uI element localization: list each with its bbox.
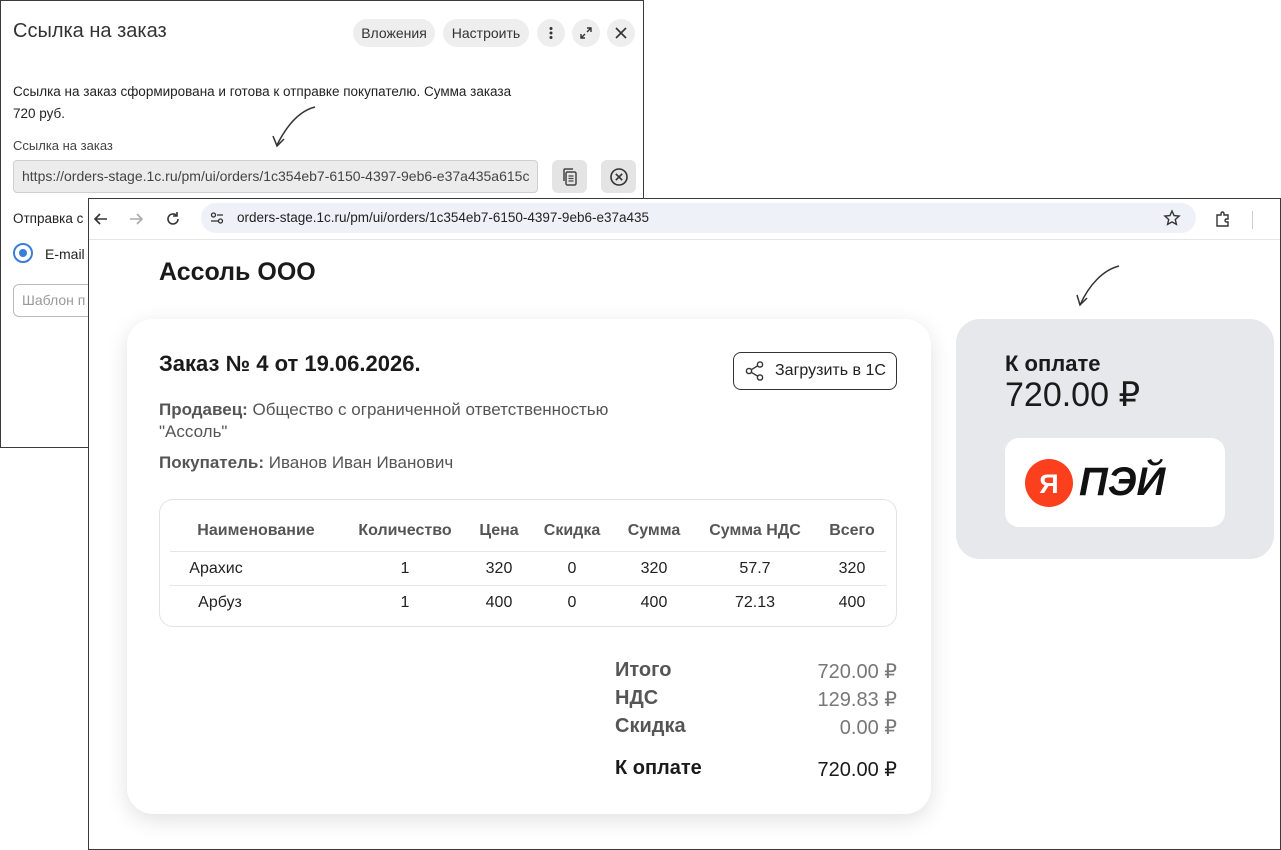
- order-link-field[interactable]: https://orders-stage.1c.ru/pm/ui/orders/…: [13, 160, 538, 193]
- buyer-value: Иванов Иван Иванович: [268, 453, 454, 472]
- browser-toolbar: orders-stage.1c.ru/pm/ui/orders/1c354eb7…: [89, 199, 1280, 240]
- settings-button[interactable]: Настроить: [443, 19, 529, 47]
- items-table: Наименование Количество Цена Скидка Сумм…: [159, 499, 897, 627]
- table-header: Всего: [829, 522, 875, 539]
- seller-label: Продавец:: [159, 400, 248, 419]
- payment-card-amount: 720.00 ₽: [1005, 376, 1141, 414]
- table-cell: 1: [400, 560, 410, 577]
- yandex-pay-button[interactable]: Я ПЭЙ: [1005, 438, 1225, 527]
- order-title: Заказ № 4 от 19.06.2026.: [159, 351, 421, 376]
- more-menu-button[interactable]: [537, 19, 565, 47]
- table-divider: [170, 551, 886, 552]
- email-radio-label: E-mail: [45, 246, 85, 262]
- table-header: Сумма: [627, 522, 681, 539]
- forward-button[interactable]: [124, 207, 148, 231]
- vat-label: НДС: [615, 687, 659, 709]
- bookmark-star-icon: [1163, 209, 1181, 226]
- extensions-button[interactable]: [1211, 207, 1235, 231]
- site-settings-icon: [210, 212, 224, 224]
- table-cell: 0: [567, 560, 577, 577]
- clear-link-button[interactable]: [601, 160, 636, 193]
- arrow-right-icon: [130, 213, 144, 225]
- arrow-left-icon: [93, 213, 107, 225]
- close-button[interactable]: [607, 19, 635, 47]
- pointer-arrow-icon: [272, 106, 316, 148]
- table-cell: 320: [838, 560, 866, 577]
- close-icon: [615, 27, 627, 39]
- discount-label: Скидка: [615, 715, 686, 737]
- logo-text: ПЭЙ: [1079, 457, 1167, 504]
- amount-due-value: 720.00 ₽: [817, 759, 897, 781]
- attachments-button[interactable]: Вложения: [353, 19, 435, 47]
- vat-value: 129.83 ₽: [817, 689, 897, 711]
- reload-icon: [167, 212, 179, 225]
- table-header: Сумма НДС: [709, 522, 801, 539]
- table-cell: 1: [400, 594, 410, 611]
- clear-circle-icon: [609, 167, 628, 186]
- share-icon: [745, 361, 764, 381]
- address-url: orders-stage.1c.ru/pm/ui/orders/1c354eb7…: [237, 210, 650, 225]
- load-to-1c-button[interactable]: Загрузить в 1С: [733, 352, 897, 390]
- company-name: Ассоль ООО: [159, 258, 316, 286]
- seller-info: Продавец: Общество с ограниченной ответс…: [159, 399, 669, 443]
- table-cell: 0: [567, 594, 577, 611]
- table-cell: 320: [640, 560, 668, 577]
- dialog-message: Ссылка на заказ сформирована и готова к …: [13, 84, 512, 121]
- table-cell: 72.13: [734, 594, 776, 611]
- table-cell: 320: [485, 560, 513, 577]
- buyer-label: Покупатель:: [159, 453, 264, 472]
- total-value: 720.00 ₽: [817, 661, 897, 683]
- load-button-label: Загрузить в 1С: [775, 362, 886, 379]
- reload-button[interactable]: [161, 207, 185, 231]
- total-label: Итого: [615, 659, 672, 681]
- expand-button[interactable]: [572, 19, 600, 47]
- order-card: Заказ № 4 от 19.06.2026. Загрузить в 1С …: [127, 319, 931, 814]
- yandex-pay-logo: Я ПЭЙ: [1025, 457, 1167, 507]
- payment-card-label: К оплате: [1005, 351, 1101, 376]
- table-cell: 57.7: [739, 560, 771, 577]
- table-cell: 400: [485, 594, 513, 611]
- puzzle-icon: [1216, 211, 1229, 227]
- table-header: Цена: [479, 522, 519, 539]
- table-header: Наименование: [197, 522, 315, 539]
- more-vertical-icon: [549, 27, 553, 39]
- send-method-label: Отправка с: [13, 211, 84, 226]
- table-cell: Арахис: [189, 560, 243, 577]
- discount-value: 0.00 ₽: [839, 717, 897, 739]
- toolbar-divider: [1252, 211, 1253, 229]
- pointer-arrow-icon: [1076, 265, 1120, 307]
- amount-due-label: К оплате: [615, 757, 702, 779]
- table-header: Скидка: [543, 522, 601, 539]
- logo-letter: Я: [1039, 469, 1058, 499]
- table-divider: [170, 585, 886, 586]
- dialog-title: Ссылка на заказ: [13, 20, 167, 42]
- copy-icon: [562, 167, 577, 186]
- address-bar[interactable]: orders-stage.1c.ru/pm/ui/orders/1c354eb7…: [201, 203, 1196, 233]
- table-cell: 400: [838, 594, 866, 611]
- table-cell: 400: [640, 594, 668, 611]
- payment-card: К оплате 720.00 ₽ Я ПЭЙ: [956, 319, 1274, 559]
- expand-icon: [580, 27, 592, 39]
- buyer-info: Покупатель: Иванов Иван Иванович: [159, 452, 669, 474]
- back-button[interactable]: [89, 207, 113, 231]
- browser-window: orders-stage.1c.ru/pm/ui/orders/1c354eb7…: [88, 198, 1281, 850]
- link-field-label: Ссылка на заказ: [13, 138, 113, 153]
- table-cell: Арбуз: [198, 594, 242, 611]
- copy-link-button[interactable]: [552, 160, 587, 193]
- table-header: Количество: [358, 522, 452, 539]
- email-radio[interactable]: [13, 243, 33, 263]
